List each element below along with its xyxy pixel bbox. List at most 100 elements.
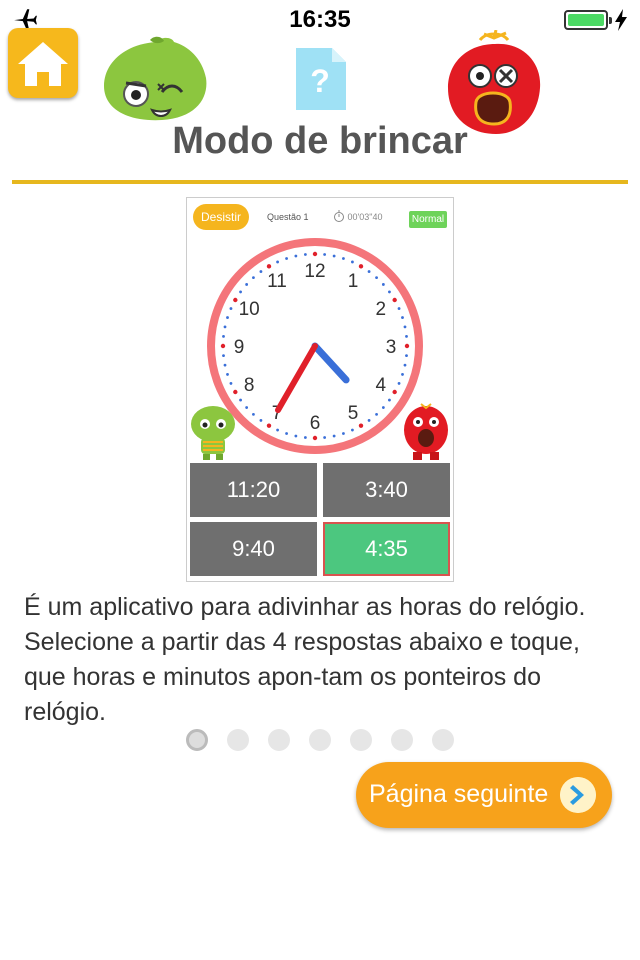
clock-tick (245, 283, 249, 286)
green-monster-mascot (104, 36, 207, 121)
clock-number: 11 (267, 271, 287, 292)
clock-tick (381, 283, 385, 286)
clock-tick (266, 423, 272, 428)
preview-answer-3: 9:40 (190, 522, 317, 576)
clock-number: 10 (239, 299, 260, 320)
clock-tick (323, 253, 327, 256)
stopwatch-icon (334, 210, 344, 222)
clock-tick (392, 297, 397, 303)
chevron-right-icon (560, 777, 596, 813)
clock-tick (332, 254, 336, 258)
page-dot[interactable] (268, 729, 290, 751)
svg-text:?: ? (310, 63, 330, 99)
clock-tick (252, 412, 255, 416)
clock-tick (351, 260, 354, 264)
preview-question-label: Questão 1 (267, 212, 309, 222)
gameplay-preview: Desistir Questão 1 00'03"40 Normal 12 1 2 3… (186, 197, 454, 582)
clock-number: 5 (348, 403, 359, 424)
description-text: É um aplicativo para adivinhar as horas … (24, 593, 586, 726)
title-divider (12, 180, 628, 184)
clock-tick (312, 251, 318, 257)
preview-timer: 00'03"40 (333, 210, 382, 222)
clock-number: 1 (348, 271, 359, 292)
clock-tick (388, 398, 391, 402)
clock-tick (323, 436, 327, 439)
clock-tick (294, 254, 298, 258)
home-button[interactable] (8, 28, 78, 98)
page-dot[interactable] (227, 729, 249, 751)
page-dot[interactable] (432, 729, 454, 751)
clock-number: 6 (310, 413, 321, 434)
clock-tick (397, 307, 401, 310)
home-icon (18, 42, 68, 86)
clock-tick (245, 406, 249, 409)
clock-number: 2 (376, 299, 387, 320)
clock-tick (381, 406, 385, 409)
next-page-label: Página seguinte (369, 780, 549, 808)
clock-tick (358, 264, 364, 269)
next-page-button[interactable]: Página seguinte (356, 762, 612, 828)
page-dot[interactable] (391, 729, 413, 751)
page-dot[interactable] (309, 729, 331, 751)
preview-answer-1: 11:20 (190, 463, 317, 517)
clock-tick (285, 432, 288, 435)
clock-tick (401, 373, 404, 376)
clock-tick (266, 264, 272, 269)
battery-icon (564, 10, 612, 30)
clock-tick (375, 412, 378, 416)
clock-tick (405, 334, 408, 338)
preview-answer-selected: 4:35 (323, 522, 450, 576)
clock-tick (220, 343, 226, 349)
clock-tick (405, 354, 408, 358)
clock-tick (367, 419, 371, 422)
preview-level-badge: Normal (409, 211, 447, 228)
clock-tick (303, 436, 307, 439)
charging-bolt-icon (615, 9, 627, 31)
mini-green-monster (191, 406, 235, 460)
clock-tick (239, 398, 242, 402)
clock-tick (312, 435, 318, 441)
clock-tick (342, 257, 345, 260)
clock-tick (294, 434, 298, 438)
clock-tick (392, 389, 397, 395)
preview-quit-button: Desistir (193, 204, 249, 230)
clock-tick (351, 428, 354, 432)
clock-tick (276, 428, 279, 432)
clock-tick (403, 325, 407, 329)
clock-number: 8 (244, 375, 255, 396)
clock-tick (229, 307, 233, 310)
clock-tick (276, 260, 279, 264)
mini-red-monster (404, 403, 448, 460)
clock-tick (401, 316, 404, 319)
clock-tick (223, 363, 227, 367)
clock-number: 12 (304, 261, 325, 282)
clock-tick (259, 419, 263, 422)
clock-tick (239, 290, 242, 294)
clock-tick (229, 382, 233, 385)
preview-timer-text: 00'03"40 (347, 212, 383, 222)
page-title: Modo de brincar (172, 120, 468, 162)
clock-tick (226, 373, 229, 376)
clock-tick (388, 290, 391, 294)
clock-number: 4 (376, 375, 387, 396)
clock-tick (233, 297, 238, 303)
clock-number: 9 (234, 337, 245, 358)
clock-tick (403, 363, 407, 367)
clock-tick (222, 354, 225, 358)
clock-tick (397, 382, 401, 385)
clock-tick (367, 270, 371, 273)
clock-tick (285, 257, 288, 260)
clock-tick (303, 253, 307, 256)
clock-tick (404, 343, 410, 349)
page-dot[interactable] (350, 729, 372, 751)
clock-tick (342, 432, 345, 435)
analog-clock: 12 1234567891011 (207, 238, 423, 454)
clock-tick (223, 325, 227, 329)
preview-answer-2: 3:40 (323, 463, 450, 517)
clock-tick (259, 270, 263, 273)
page-dot-active[interactable] (186, 729, 208, 751)
document-question-icon: ? (296, 48, 346, 110)
clock-tick (358, 423, 364, 428)
clock-tick (375, 276, 378, 280)
clock-tick (252, 276, 255, 280)
